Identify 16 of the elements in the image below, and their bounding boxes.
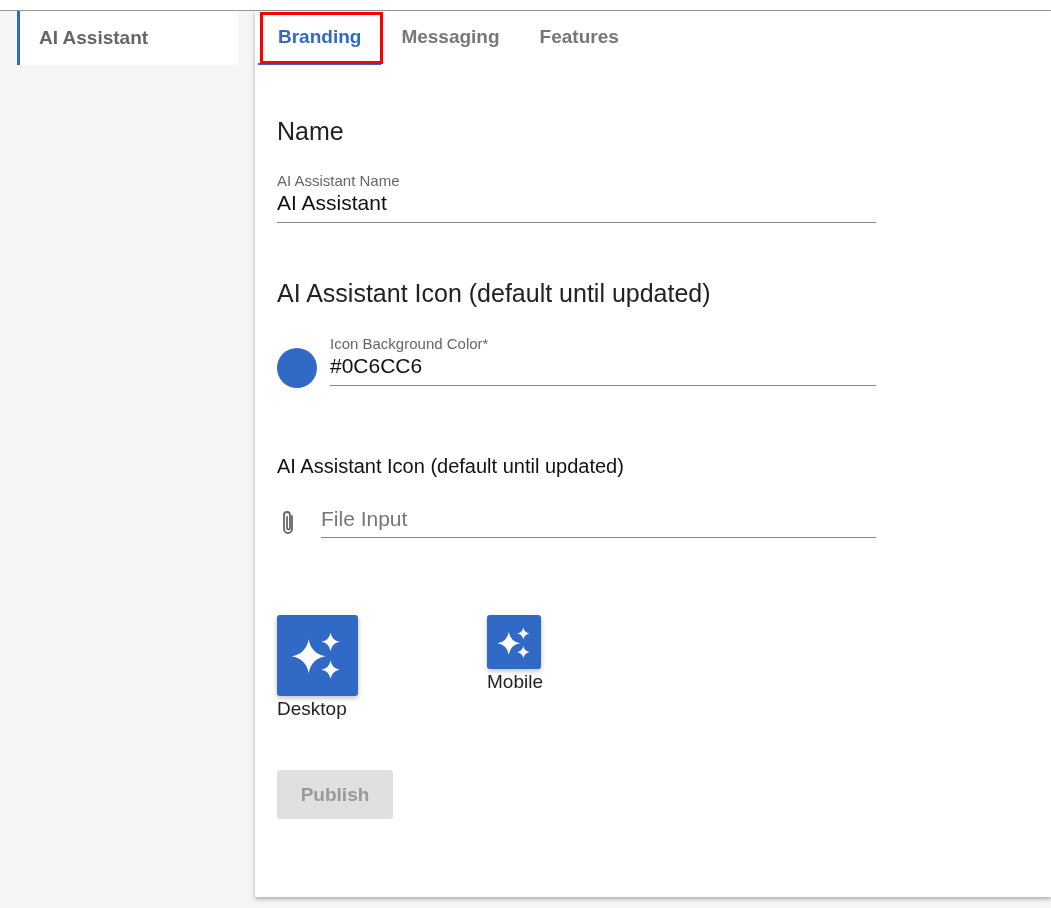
section-title: Name <box>277 116 345 147</box>
field-label: Icon Background Color* <box>330 335 490 353</box>
tab[interactable]: Features <box>519 11 639 65</box>
tab[interactable]: Branding <box>258 11 382 65</box>
preview-label: Desktop <box>277 698 347 720</box>
sidebar-item[interactable]: AI Assistant <box>17 11 238 65</box>
name-field[interactable]: AI Assistant Name AI Assistant <box>277 172 876 223</box>
preview-label: Mobile <box>487 671 543 693</box>
color-swatch[interactable] <box>277 348 317 388</box>
color-field[interactable]: Icon Background Color* #0C6CC6 <box>330 335 876 386</box>
field-value: #0C6CC6 <box>330 353 424 379</box>
section-title: AI Assistant Icon (default until updated) <box>277 278 712 309</box>
field-label: AI Assistant Name <box>277 172 401 190</box>
upload-title: AI Assistant Icon (default until updated) <box>277 454 625 479</box>
field-value: AI Assistant <box>277 190 388 216</box>
tab[interactable]: Messaging <box>381 11 520 65</box>
